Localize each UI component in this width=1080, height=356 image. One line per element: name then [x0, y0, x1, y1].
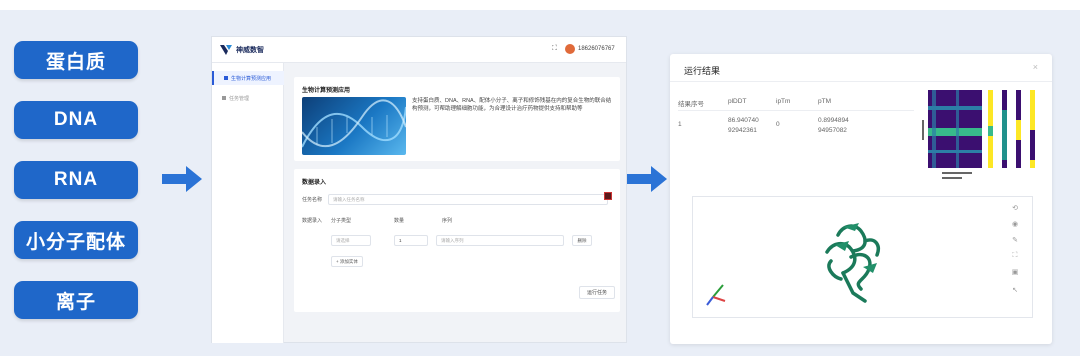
grid-icon [222, 96, 226, 100]
fullscreen-icon[interactable]: ⛶ [552, 45, 557, 53]
sidebar-item-label: 任务管理 [229, 95, 250, 102]
protein-structure-image [706, 223, 880, 306]
sidebar-item-bio-prediction[interactable]: 生物计算预测应用 [212, 71, 284, 85]
data-entry-title: 数据录入 [302, 180, 327, 186]
task-name-input[interactable]: 请输入任务名称 [328, 194, 608, 205]
iptm-value: 0 [776, 121, 780, 128]
add-entity-button[interactable]: + 添加实体 [331, 256, 363, 267]
plddt-value-line2: 92942361 [728, 127, 757, 134]
sidebar-item-label: 生物计算预测应用 [231, 75, 272, 82]
result-modal: 运行结果 × 结果序号 plDDT ipTm pTM 1 86.940740 9… [670, 54, 1052, 344]
pill-ligand: 小分子配体 [14, 221, 138, 259]
close-icon[interactable]: × [1033, 62, 1038, 72]
col-ptm: pTM [818, 98, 831, 105]
settings-icon[interactable]: ◉ [1010, 220, 1020, 230]
screenshot-icon[interactable]: ▣ [1010, 268, 1020, 278]
user-phone[interactable]: 18626076767 [578, 46, 615, 52]
result-index: 1 [678, 121, 682, 128]
divider [678, 110, 914, 111]
plddt-value-line1: 86.940740 [728, 117, 759, 124]
avatar[interactable] [565, 44, 575, 54]
pill-ion: 离子 [14, 281, 138, 319]
divider [670, 81, 1052, 82]
col-count: 数量 [394, 218, 405, 224]
slide-background: 蛋白质 DNA RNA 小分子配体 离子 神威数智 ⛶ 18626076767 … [0, 10, 1080, 356]
select-placeholder: 请选择 [336, 237, 350, 243]
data-entry-label: 数据录入 [302, 218, 323, 224]
sidebar: 生物计算预测应用 任务管理 [212, 63, 284, 343]
count-stepper[interactable]: 1 [394, 235, 428, 246]
right-arrow-icon [162, 166, 202, 192]
brand-name: 神威数智 [236, 47, 264, 54]
sequence-input[interactable]: 请输入序列 [436, 235, 564, 246]
data-entry-card: 数据录入 任务名称 请输入任务名称 数据录入 分子类型 数量 序列 请选择 1 … [294, 169, 620, 312]
intro-card: 生物计算预测应用 支持蛋白质、DNA、RNA、配体小分子、离子和修饰残基在内的复… [294, 77, 620, 161]
structure-viewer[interactable] [692, 196, 1033, 318]
modal-title: 运行结果 [684, 66, 721, 76]
task-name-label: 任务名称 [302, 197, 323, 203]
app-screenshot: 神威数智 ⛶ 18626076767 生物计算预测应用 任务管理 生物计算预测应… [211, 36, 627, 343]
dna-image [302, 97, 406, 155]
ptm-value-line2: 94957082 [818, 127, 847, 134]
brand-logo-icon [220, 45, 232, 55]
intro-description: 支持蛋白质、DNA、RNA、配体小分子、离子和修饰残基在内的复合生物的联合结构预… [412, 98, 612, 112]
reset-view-icon[interactable]: ⟲ [1010, 204, 1020, 214]
marker-icon [604, 192, 612, 200]
delete-button[interactable]: 删除 [572, 235, 592, 246]
count-value: 1 [399, 238, 402, 243]
cursor-icon[interactable]: ↖ [1010, 286, 1020, 296]
col-result-index: 结果序号 [678, 101, 704, 108]
ptm-value-line1: 0.8994894 [818, 117, 849, 124]
molecule-type-select[interactable]: 请选择 [331, 235, 371, 246]
sidebar-item-task-management[interactable]: 任务管理 [212, 91, 284, 105]
pill-rna: RNA [14, 161, 138, 199]
pill-protein: 蛋白质 [14, 41, 138, 79]
grid-icon [224, 76, 228, 80]
pill-dna: DNA [14, 101, 138, 139]
col-sequence: 序列 [442, 218, 453, 224]
right-arrow-icon [627, 166, 667, 192]
tool-icon[interactable]: ✎ [1010, 236, 1020, 246]
run-task-button[interactable]: 运行任务 [579, 286, 615, 299]
expand-icon[interactable]: ⛶ [1010, 252, 1020, 262]
col-iptm: ipTm [776, 98, 791, 105]
app-header: 神威数智 ⛶ 18626076767 [212, 37, 626, 63]
col-plddt: plDDT [728, 98, 747, 105]
intro-title: 生物计算预测应用 [302, 88, 351, 94]
col-molecule-type: 分子类型 [331, 218, 352, 224]
pae-heatmap-image [922, 90, 1035, 179]
